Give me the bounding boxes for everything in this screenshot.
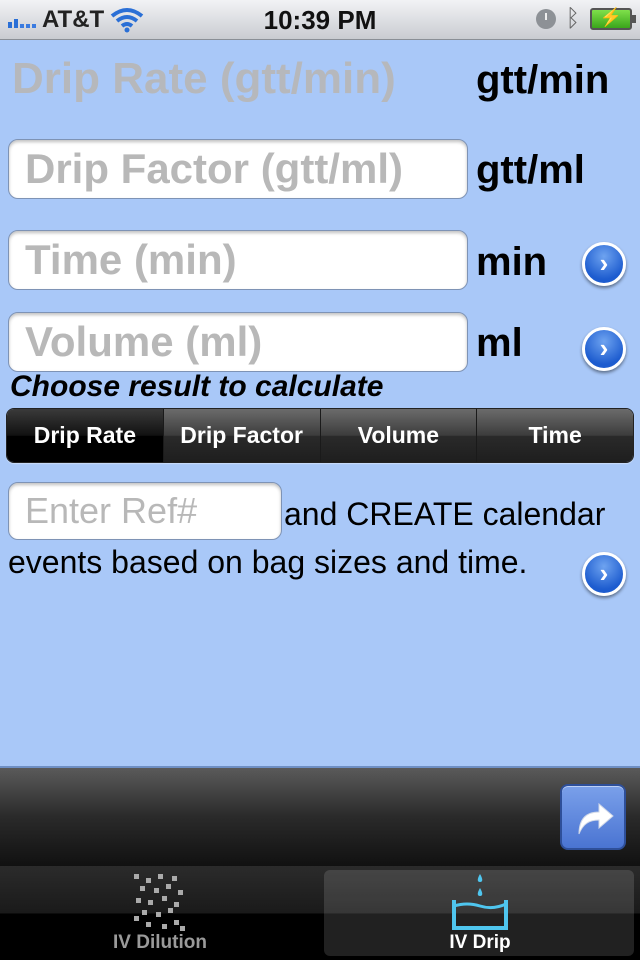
clock-icon: [535, 9, 556, 29]
drip-basin-icon: [452, 874, 508, 930]
ref-number-input[interactable]: [8, 482, 282, 540]
tab-bar: IV Dilution IV Drip: [0, 866, 640, 960]
calendar-disclosure-button[interactable]: ›: [582, 552, 626, 596]
toolbar: [0, 766, 640, 866]
result-segmented-control: Drip Rate Drip Factor Volume Time: [6, 408, 634, 463]
calendar-text-line2: events based on bag sizes and time.: [8, 544, 528, 580]
tab-iv-dilution[interactable]: IV Dilution: [0, 866, 320, 960]
chevron-right-icon: ›: [599, 333, 609, 363]
chevron-right-icon: ›: [599, 248, 609, 278]
choose-result-label: Choose result to calculate: [10, 370, 384, 403]
chevron-right-icon: ›: [599, 558, 609, 588]
segment-drip-rate[interactable]: Drip Rate: [7, 409, 163, 462]
segment-volume[interactable]: Volume: [319, 409, 477, 462]
volume-input[interactable]: [8, 312, 468, 372]
battery-charging-icon: ⚡: [590, 7, 636, 30]
segment-time[interactable]: Time: [476, 409, 633, 462]
tab-iv-dilution-label: IV Dilution: [113, 932, 207, 953]
time-input[interactable]: [8, 230, 468, 290]
time-unit: min: [476, 240, 548, 284]
bluetooth-icon: ᛒ: [565, 5, 580, 32]
drip-factor-unit: gtt/ml: [476, 148, 585, 192]
drip-factor-input[interactable]: [8, 139, 468, 199]
segment-drip-factor[interactable]: Drip Factor: [162, 409, 320, 462]
calendar-text-line1: and CREATE calendar: [284, 496, 606, 532]
result-unit: gtt/min: [476, 58, 610, 102]
tab-iv-drip-label: IV Drip: [449, 932, 511, 953]
share-arrow-icon: [578, 802, 614, 835]
dots-dilution-icon: [134, 874, 185, 931]
result-label: Drip Rate (gtt/min): [12, 54, 396, 103]
time-disclosure-button[interactable]: ›: [582, 242, 626, 286]
status-bar: AT&T 10:39 PM ᛒ ⚡: [0, 0, 640, 40]
share-button[interactable]: [560, 784, 626, 850]
tab-iv-drip[interactable]: IV Drip: [320, 866, 640, 960]
volume-unit: ml: [476, 321, 523, 365]
volume-disclosure-button[interactable]: ›: [582, 327, 626, 371]
